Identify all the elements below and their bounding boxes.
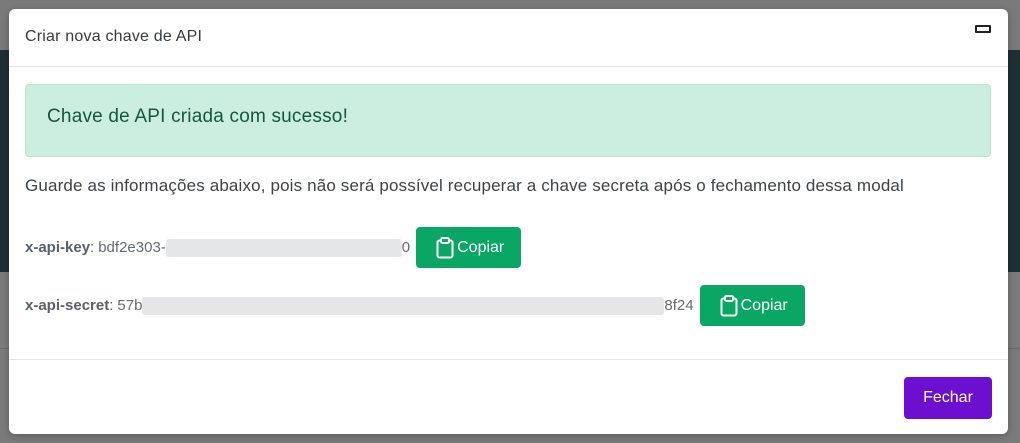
copy-api-key-button[interactable]: Copiar — [416, 227, 522, 268]
modal-footer: Fechar — [9, 359, 1008, 434]
modal-header: Criar nova chave de API — [9, 9, 1008, 67]
warning-info-text: Guarde as informações abaixo, pois não s… — [25, 176, 904, 195]
api-key-redacted — [165, 238, 402, 257]
modal-title: Criar nova chave de API — [25, 28, 203, 45]
api-key-label: x-api-key — [25, 239, 91, 256]
create-api-key-modal: Criar nova chave de API Chave de API cri… — [9, 9, 1008, 434]
api-secret-separator: : — [109, 297, 114, 314]
api-key-separator: : — [90, 239, 95, 256]
api-secret-value-start: 57b — [117, 297, 143, 314]
copy-api-secret-button[interactable]: Copiar — [699, 285, 805, 326]
clipboard-icon — [720, 294, 738, 316]
close-button[interactable]: Fechar — [904, 377, 992, 419]
minimize-icon[interactable] — [975, 25, 991, 33]
api-secret-redacted — [142, 296, 665, 315]
api-key-value-start: bdf2e303- — [98, 239, 166, 256]
clipboard-icon — [436, 236, 454, 258]
api-key-row: x-api-key : bdf2e303- 0 Copiar — [25, 227, 522, 268]
api-secret-value-end: 8f24 — [664, 297, 694, 314]
api-secret-label: x-api-secret — [25, 297, 110, 314]
copy-api-key-label: Copiar — [457, 238, 505, 256]
copy-api-secret-label: Copiar — [740, 296, 788, 314]
api-secret-row: x-api-secret : 57b 8f24 Copiar — [25, 285, 805, 326]
success-alert-message: Chave de API criada com sucesso! — [47, 106, 349, 127]
api-key-value-end: 0 — [401, 239, 411, 256]
success-alert: Chave de API criada com sucesso! — [25, 84, 991, 157]
